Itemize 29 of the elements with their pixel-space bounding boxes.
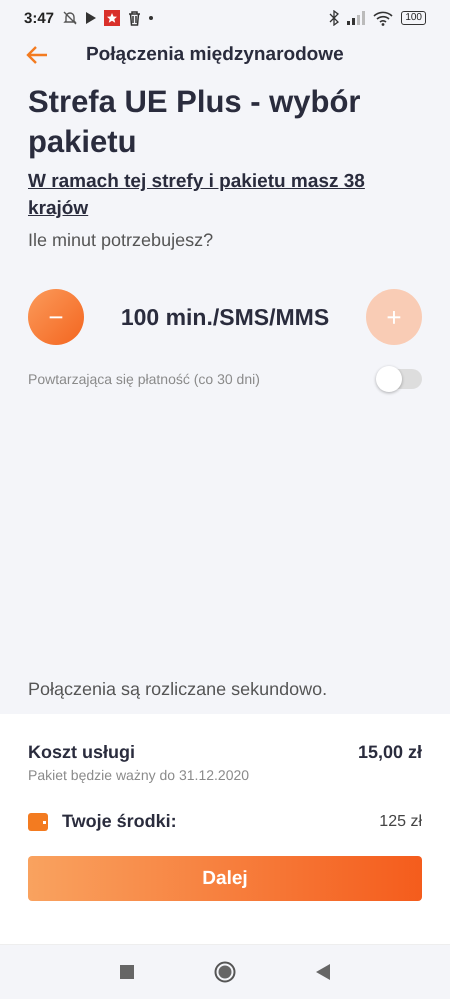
wifi-icon — [373, 10, 394, 26]
dot-icon — [149, 16, 154, 20]
funds-label: Twoje środki: — [62, 811, 178, 832]
back-arrow-icon[interactable] — [26, 46, 48, 64]
billing-note: Połączenia są rozliczane sekundowo. — [28, 679, 328, 700]
home-icon[interactable] — [214, 961, 236, 983]
alarm-off-icon — [62, 10, 78, 26]
battery-level: 100 — [401, 11, 426, 25]
trash-icon — [128, 10, 142, 26]
funds-value: 125 zł — [379, 812, 422, 830]
app-notification-icon — [104, 10, 120, 26]
cost-value: 15,00 zł — [358, 742, 422, 763]
play-icon — [86, 12, 96, 24]
screen-title: Połączenia międzynarodowe — [86, 44, 344, 66]
next-button[interactable]: Dalej — [28, 856, 422, 901]
validity-text: Pakiet będzie ważny do 31.12.2020 — [28, 767, 250, 783]
cost-label: Koszt usługi — [28, 742, 135, 763]
wallet-icon — [28, 812, 48, 830]
back-icon[interactable] — [316, 964, 330, 980]
page-heading: Strefa UE Plus - wybór pakietu — [28, 83, 362, 161]
bluetooth-icon — [329, 10, 340, 26]
status-time: 3:47 — [24, 10, 54, 26]
minus-button[interactable]: − — [28, 289, 84, 345]
recurring-toggle[interactable] — [378, 369, 422, 389]
signal-icon — [347, 11, 366, 25]
recurring-payment-label: Powtarzająca się płatność (co 30 dni) — [28, 371, 260, 387]
package-value: 100 min./SMS/MMS — [120, 304, 330, 330]
question-text: Ile minut potrzebujesz? — [28, 230, 214, 251]
countries-link[interactable]: W ramach tej strefy i pakietu masz 38 krajów — [28, 168, 378, 222]
